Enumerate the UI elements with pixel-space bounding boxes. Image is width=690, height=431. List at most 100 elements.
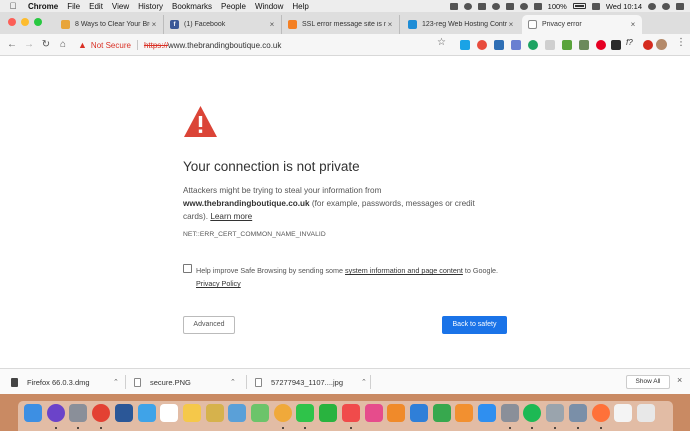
tools-icon[interactable] bbox=[546, 404, 565, 422]
numbers-icon[interactable] bbox=[432, 404, 451, 422]
download-item[interactable]: 57277943_1107....jpg ⌃ bbox=[255, 373, 370, 391]
extension-shield-icon[interactable] bbox=[579, 40, 589, 50]
calendar-icon[interactable] bbox=[160, 404, 179, 422]
photos-icon[interactable] bbox=[273, 404, 292, 422]
word-icon[interactable] bbox=[114, 404, 133, 422]
tab-privacy-error[interactable]: Privacy error × bbox=[522, 15, 642, 34]
keynote-icon[interactable] bbox=[409, 404, 428, 422]
close-tab-icon[interactable]: × bbox=[268, 20, 276, 29]
mail-icon[interactable] bbox=[137, 404, 156, 422]
extension-cube-icon[interactable] bbox=[494, 40, 504, 50]
battery-icon[interactable] bbox=[572, 3, 586, 9]
chrome-icon[interactable] bbox=[92, 404, 111, 422]
bluetooth-icon[interactable] bbox=[505, 2, 514, 10]
system-preferences-icon[interactable] bbox=[500, 404, 519, 422]
advanced-button[interactable]: Advanced bbox=[183, 316, 235, 334]
trash-icon[interactable] bbox=[636, 404, 655, 422]
dropbox-icon[interactable] bbox=[449, 2, 458, 10]
minimize-window-button[interactable] bbox=[21, 18, 29, 26]
apple-icon[interactable]:  bbox=[8, 1, 18, 11]
facetime-icon[interactable] bbox=[319, 404, 338, 422]
close-tab-icon[interactable]: × bbox=[150, 20, 158, 29]
siri-icon[interactable] bbox=[46, 404, 65, 422]
extension-adblock-icon[interactable] bbox=[643, 40, 653, 50]
forward-arrow-icon[interactable]: → bbox=[23, 38, 35, 52]
stickies-icon[interactable] bbox=[205, 404, 224, 422]
flag-icon[interactable] bbox=[591, 2, 600, 10]
extension-ftp-icon[interactable] bbox=[460, 40, 470, 50]
home-icon[interactable]: ⌂ bbox=[57, 38, 69, 52]
messages-icon[interactable] bbox=[296, 404, 315, 422]
reload-icon[interactable]: ↻ bbox=[40, 38, 52, 52]
itunes-icon[interactable] bbox=[364, 404, 383, 422]
back-to-safety-button[interactable]: Back to safety bbox=[442, 316, 507, 334]
extension-pinwheel-icon[interactable] bbox=[477, 40, 487, 50]
extension-download-icon[interactable] bbox=[562, 40, 572, 50]
notes-icon[interactable] bbox=[182, 404, 201, 422]
extension-font-icon[interactable]: f? bbox=[626, 38, 633, 47]
back-arrow-icon[interactable]: ← bbox=[6, 38, 18, 52]
zoom-window-button[interactable] bbox=[34, 18, 42, 26]
spotlight-icon[interactable] bbox=[648, 2, 656, 10]
close-window-button[interactable] bbox=[8, 18, 16, 26]
download-item[interactable]: secure.PNG ⌃ bbox=[134, 373, 246, 391]
volume-icon[interactable] bbox=[533, 2, 542, 10]
firefox-icon[interactable] bbox=[591, 404, 610, 422]
tab-ssl-error[interactable]: SSL error message site is n × bbox=[282, 15, 400, 34]
launchpad-icon[interactable] bbox=[69, 404, 88, 422]
menu-view[interactable]: View bbox=[112, 2, 129, 11]
extension-grammarly-icon[interactable] bbox=[528, 40, 538, 50]
safe-browsing-checkbox[interactable] bbox=[183, 264, 192, 273]
siri-icon[interactable] bbox=[662, 2, 670, 10]
news-icon[interactable] bbox=[341, 404, 360, 422]
document-icon[interactable] bbox=[614, 404, 633, 422]
wifi-icon[interactable] bbox=[519, 2, 528, 10]
warning-triangle-icon[interactable]: ▲ bbox=[78, 40, 87, 50]
show-all-button[interactable]: Show All bbox=[626, 375, 670, 389]
close-tab-icon[interactable]: × bbox=[507, 20, 515, 29]
chevron-up-icon[interactable]: ⌃ bbox=[361, 378, 367, 386]
more-menu-icon[interactable]: ⋮ bbox=[676, 37, 686, 48]
menu-help[interactable]: Help bbox=[292, 2, 308, 11]
address-bar[interactable]: ▲ Not Secure https:// www.thebrandingbou… bbox=[78, 37, 452, 53]
menu-bookmarks[interactable]: Bookmarks bbox=[172, 2, 212, 11]
preview-icon[interactable] bbox=[228, 404, 247, 422]
menu-file[interactable]: File bbox=[67, 2, 80, 11]
sync-icon[interactable] bbox=[463, 2, 472, 10]
menu-window[interactable]: Window bbox=[255, 2, 283, 11]
photo-browser-icon[interactable] bbox=[568, 404, 587, 422]
extension-puzzle-icon[interactable] bbox=[511, 40, 521, 50]
tab-facebook[interactable]: f (1) Facebook × bbox=[164, 15, 282, 34]
chevron-up-icon[interactable]: ⌃ bbox=[113, 378, 119, 386]
profile-avatar[interactable] bbox=[656, 39, 667, 50]
menu-history[interactable]: History bbox=[138, 2, 163, 11]
not-secure-label[interactable]: Not Secure bbox=[91, 41, 131, 50]
time-machine-icon[interactable] bbox=[491, 2, 500, 10]
learn-more-link[interactable]: Learn more bbox=[210, 212, 252, 221]
bookmark-star-icon[interactable]: ☆ bbox=[437, 37, 446, 48]
close-shelf-icon[interactable]: × bbox=[677, 375, 682, 385]
airplay-icon[interactable] bbox=[477, 2, 486, 10]
tab-clear-browser[interactable]: 8 Ways to Clear Your Browse × bbox=[55, 15, 164, 34]
close-tab-icon[interactable]: × bbox=[386, 20, 394, 29]
maps-icon[interactable] bbox=[251, 404, 269, 422]
menu-app-chrome[interactable]: Chrome bbox=[28, 2, 58, 11]
menu-edit[interactable]: Edit bbox=[89, 2, 103, 11]
extension-square-icon[interactable] bbox=[545, 40, 555, 50]
books-icon[interactable] bbox=[455, 404, 474, 422]
download-item[interactable]: Firefox 66.0.3.dmg ⌃ bbox=[11, 373, 123, 391]
chevron-up-icon[interactable]: ⌃ bbox=[230, 378, 236, 386]
menu-people[interactable]: People bbox=[221, 2, 246, 11]
notification-center-icon[interactable] bbox=[676, 2, 684, 10]
ibooks-icon[interactable] bbox=[387, 404, 406, 422]
close-tab-icon[interactable]: × bbox=[629, 20, 637, 29]
app-store-icon[interactable] bbox=[478, 404, 496, 422]
menubar-clock[interactable]: Wed 10:14 bbox=[606, 2, 642, 11]
extension-pinterest-icon[interactable] bbox=[596, 40, 606, 50]
finder-icon[interactable] bbox=[24, 404, 42, 422]
extension-dark-icon[interactable] bbox=[611, 40, 621, 50]
battery-percent[interactable]: 100% bbox=[548, 2, 567, 11]
privacy-policy-link[interactable]: Privacy Policy bbox=[196, 279, 241, 288]
system-info-link[interactable]: system information and page content bbox=[345, 266, 463, 275]
tab-123-reg[interactable]: 123-reg Web Hosting Contr × bbox=[402, 15, 520, 34]
